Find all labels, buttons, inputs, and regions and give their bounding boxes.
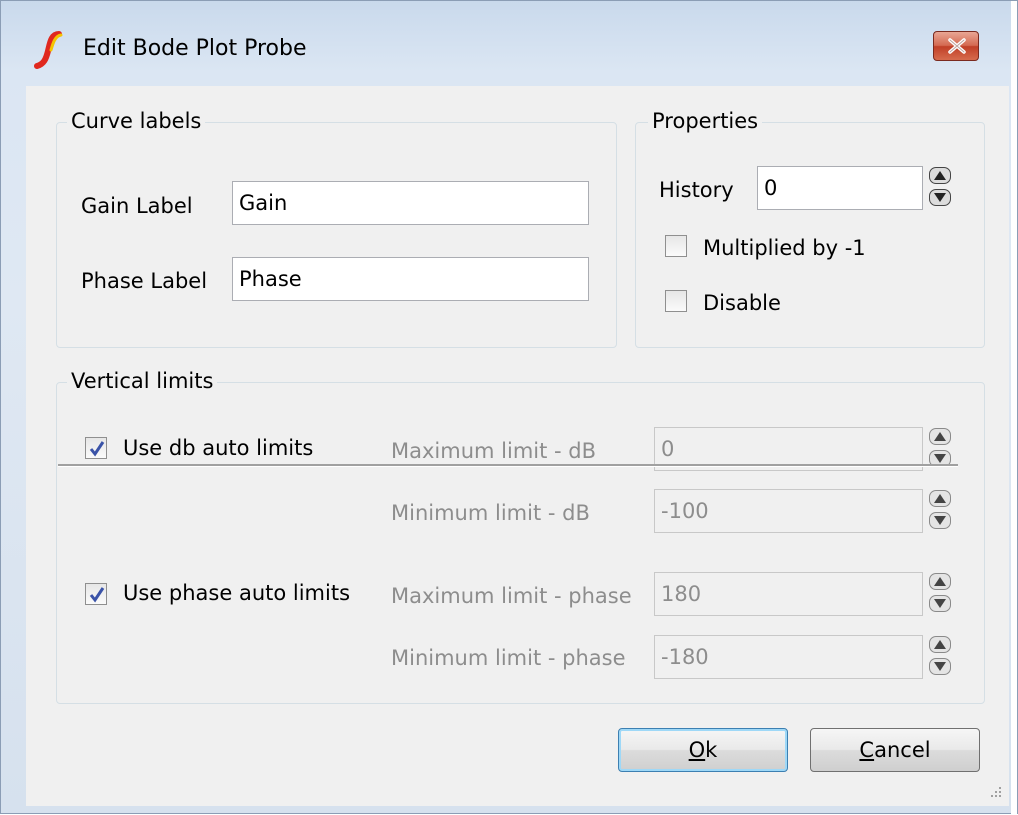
disable-checkbox[interactable] — [665, 290, 687, 312]
arrow-up-icon — [934, 171, 946, 180]
use-db-auto-label[interactable]: Use db auto limits — [123, 436, 313, 460]
min-phase-down-button[interactable] — [929, 658, 951, 675]
min-phase-input[interactable]: -180 — [654, 635, 923, 679]
resize-grip-icon[interactable] — [987, 783, 1003, 799]
curve-labels-title: Curve labels — [67, 109, 206, 133]
arrow-up-icon — [934, 640, 946, 649]
use-db-auto-checkbox[interactable] — [85, 437, 107, 459]
phase-label: Phase Label — [81, 269, 208, 293]
close-button[interactable] — [933, 31, 979, 61]
multiplied-checkbox[interactable] — [665, 235, 687, 257]
cancel-button[interactable]: Cancel — [810, 728, 980, 772]
properties-group — [635, 122, 985, 348]
arrow-up-icon — [934, 494, 946, 503]
arrow-down-icon — [934, 516, 946, 525]
multiplied-label[interactable]: Multiplied by -1 — [703, 236, 866, 260]
phase-label-input[interactable]: Phase — [232, 257, 589, 301]
history-label: History — [659, 178, 734, 202]
curve-labels-group — [56, 122, 617, 348]
cancel-label-rest: ancel — [874, 738, 931, 762]
ok-mnemonic: O — [688, 738, 706, 762]
max-db-label: Maximum limit - dB — [391, 439, 597, 463]
dialog-window: Edit Bode Plot Probe Curve labels Gain L… — [0, 0, 1018, 815]
window-edge — [1011, 1, 1017, 815]
history-down-button[interactable] — [929, 189, 951, 206]
max-phase-label: Maximum limit - phase — [391, 584, 632, 608]
use-phase-auto-checkbox[interactable] — [85, 583, 107, 605]
vertical-limits-title: Vertical limits — [67, 369, 218, 393]
window-title: Edit Bode Plot Probe — [83, 36, 307, 61]
history-up-button[interactable] — [929, 167, 951, 184]
cancel-mnemonic: C — [859, 738, 875, 762]
arrow-up-icon — [934, 432, 946, 441]
max-phase-down-button[interactable] — [929, 595, 951, 612]
properties-title: Properties — [648, 109, 763, 133]
checkmark-icon — [89, 587, 105, 603]
min-db-spinner[interactable] — [929, 490, 953, 532]
min-phase-spinner[interactable] — [929, 636, 953, 678]
min-db-label: Minimum limit - dB — [391, 501, 590, 525]
arrow-down-icon — [934, 454, 946, 463]
disable-label[interactable]: Disable — [703, 291, 781, 315]
max-phase-spinner[interactable] — [929, 573, 953, 615]
use-phase-auto-label[interactable]: Use phase auto limits — [123, 581, 350, 605]
arrow-down-icon — [934, 599, 946, 608]
arrow-down-icon — [934, 193, 946, 202]
ok-label-rest: k — [705, 738, 718, 762]
checkmark-icon — [89, 441, 105, 457]
ok-button[interactable]: Ok — [618, 728, 788, 772]
min-db-input[interactable]: -100 — [654, 489, 923, 533]
max-phase-up-button[interactable] — [929, 573, 951, 590]
max-db-up-button[interactable] — [929, 428, 951, 445]
history-spinner[interactable] — [929, 167, 953, 209]
simetrix-logo-icon — [34, 31, 63, 69]
gain-label-input[interactable]: Gain — [232, 181, 589, 225]
min-db-up-button[interactable] — [929, 490, 951, 507]
gain-label: Gain Label — [81, 194, 193, 218]
min-phase-label: Minimum limit - phase — [391, 646, 626, 670]
min-phase-up-button[interactable] — [929, 636, 951, 653]
arrow-down-icon — [934, 662, 946, 671]
close-x-icon — [948, 38, 966, 54]
min-db-down-button[interactable] — [929, 512, 951, 529]
limits-separator — [58, 464, 958, 467]
max-phase-input[interactable]: 180 — [654, 572, 923, 616]
arrow-up-icon — [934, 577, 946, 586]
history-input[interactable]: 0 — [757, 166, 923, 210]
